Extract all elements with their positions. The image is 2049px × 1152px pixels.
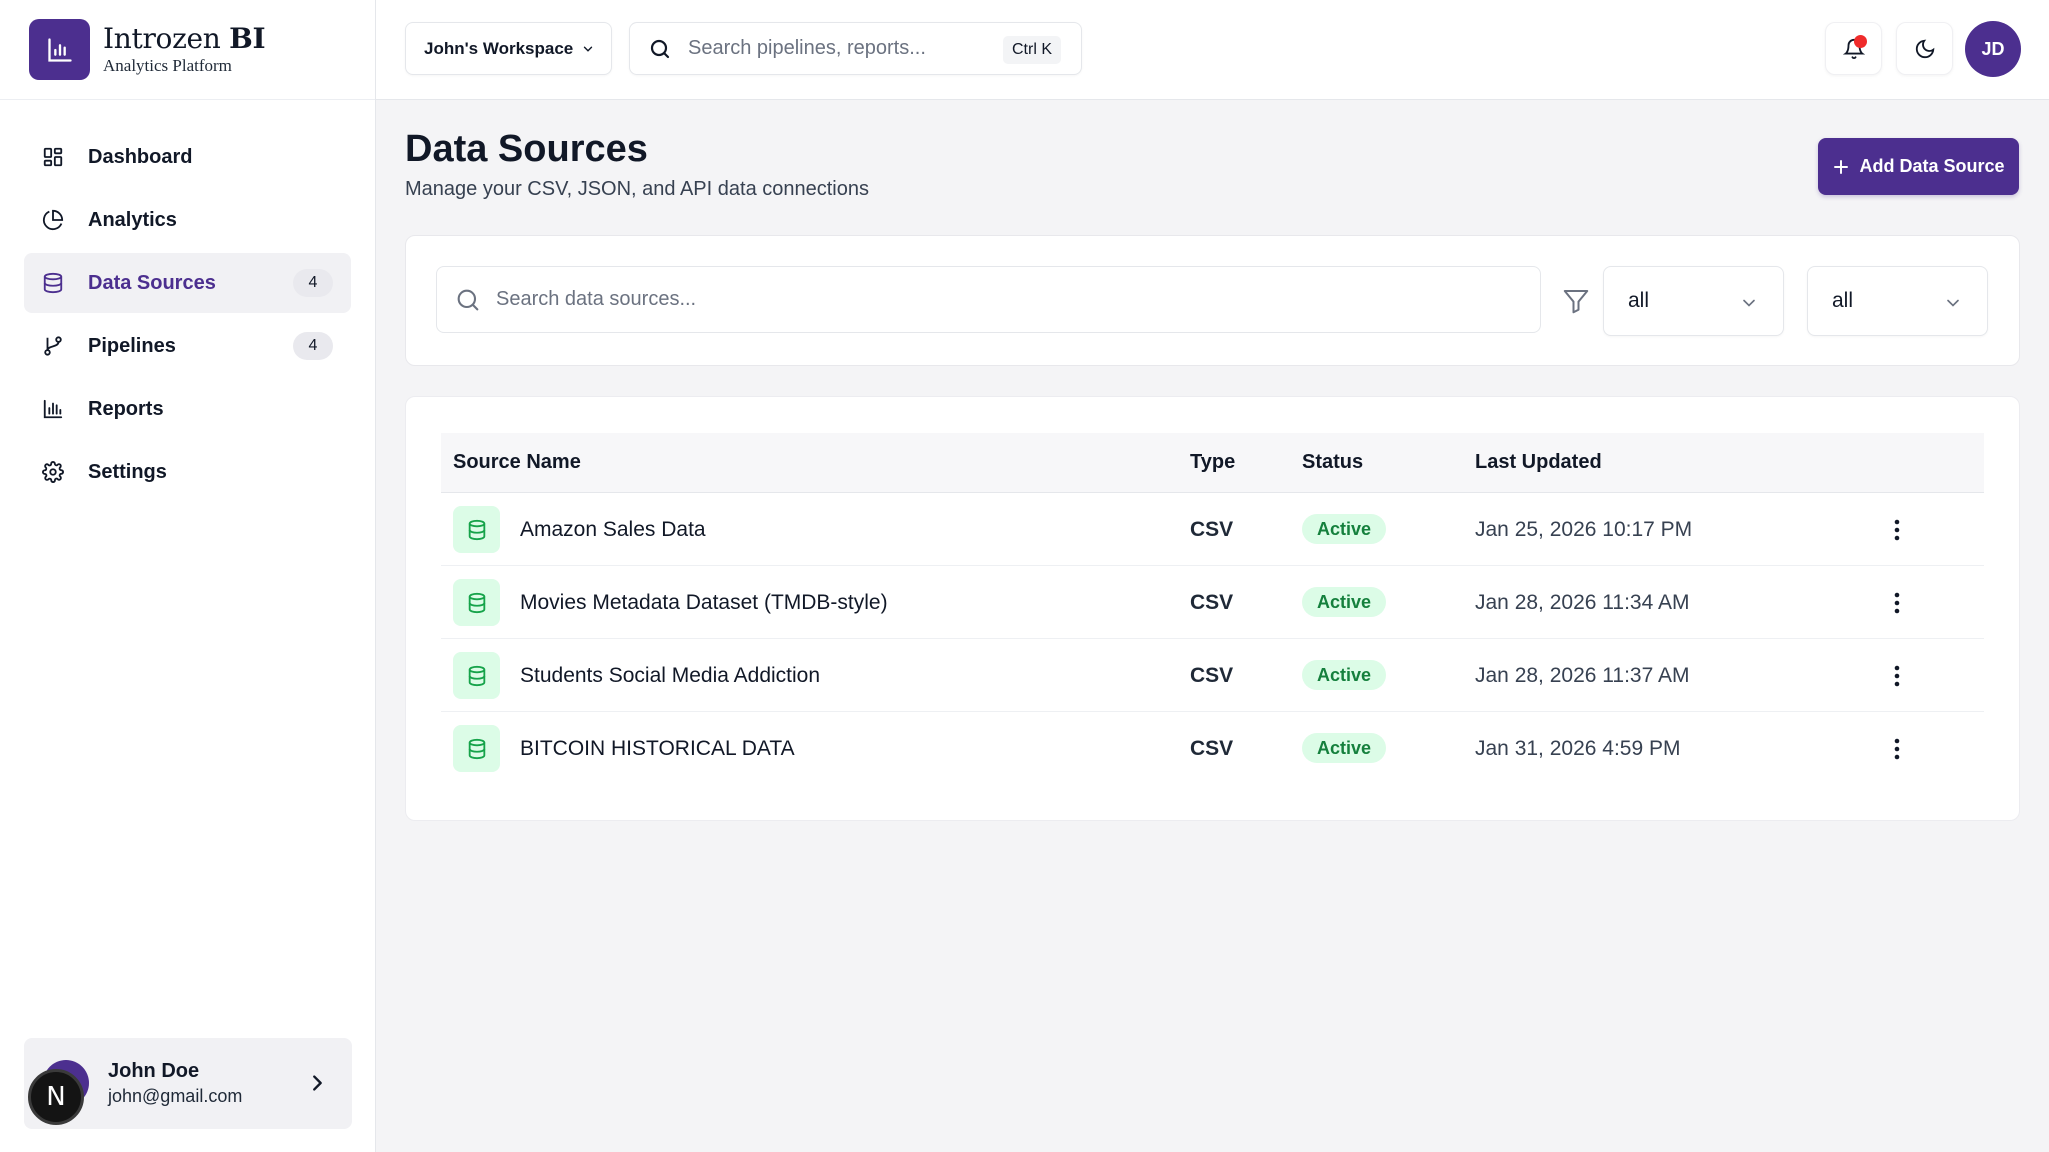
source-type: CSV xyxy=(1190,518,1234,541)
sidebar-item-analytics[interactable]: Analytics xyxy=(24,190,351,250)
status-badge: Active xyxy=(1302,587,1387,617)
page-title: Data Sources xyxy=(405,128,648,170)
filter-icon xyxy=(1561,286,1591,321)
dashboard-grid-icon xyxy=(41,145,65,169)
brand-subtitle: Analytics Platform xyxy=(103,56,232,75)
sidebar-item-reports[interactable]: Reports xyxy=(24,379,351,439)
user-name: John Doe xyxy=(108,1060,200,1082)
more-vertical-icon[interactable] xyxy=(1885,518,1909,542)
sidebar-nav: Dashboard Analytics Data Sources 4 Pipel… xyxy=(0,127,375,502)
last-updated: Jan 31, 2026 4:59 PM xyxy=(1475,737,1681,760)
count-badge: 4 xyxy=(293,332,333,360)
workspace-selector[interactable]: John's Workspace xyxy=(405,22,612,75)
sidebar-item-settings[interactable]: Settings xyxy=(24,442,351,502)
user-avatar-button[interactable]: JD xyxy=(1965,21,2021,77)
chevron-down-icon xyxy=(1743,299,1755,307)
user-email: john@gmail.com xyxy=(108,1086,243,1106)
sidebar: Introzen BI Analytics Platform Dashboard… xyxy=(0,0,376,1152)
more-vertical-icon[interactable] xyxy=(1885,591,1909,615)
global-search[interactable]: Ctrl K xyxy=(629,22,1082,75)
data-sources-table: Source Name Type Status Last Updated Ama… xyxy=(405,396,2020,821)
source-name[interactable]: Students Social Media Addiction xyxy=(520,664,820,688)
column-header-status[interactable]: Status xyxy=(1302,451,1363,474)
status-badge: Active xyxy=(1302,514,1387,544)
workspace-name: John's Workspace xyxy=(424,38,574,58)
sidebar-item-pipelines[interactable]: Pipelines 4 xyxy=(24,316,351,376)
chevron-down-icon xyxy=(1947,299,1959,307)
chevron-down-icon xyxy=(584,46,593,52)
last-updated: Jan 28, 2026 11:34 AM xyxy=(1475,591,1690,614)
data-source-search[interactable] xyxy=(436,266,1541,333)
table-row[interactable]: Movies Metadata Dataset (TMDB-style) CSV… xyxy=(441,566,1984,639)
source-name[interactable]: Movies Metadata Dataset (TMDB-style) xyxy=(520,591,888,615)
type-filter-value: all xyxy=(1628,289,1650,312)
source-type: CSV xyxy=(1190,737,1234,760)
database-icon xyxy=(453,506,500,553)
column-header-name[interactable]: Source Name xyxy=(453,451,581,474)
table-row[interactable]: Amazon Sales Data CSV Active Jan 25, 202… xyxy=(441,493,1984,566)
table-row[interactable]: BITCOIN HISTORICAL DATA CSV Active Jan 3… xyxy=(441,712,1984,785)
column-header-updated[interactable]: Last Updated xyxy=(1475,451,1602,474)
last-updated: Jan 28, 2026 11:37 AM xyxy=(1475,664,1690,687)
column-header-type[interactable]: Type xyxy=(1190,451,1235,474)
git-branch-icon xyxy=(41,334,65,358)
table-header: Source Name Type Status Last Updated xyxy=(441,433,1984,493)
bar-chart-icon xyxy=(41,397,65,421)
global-search-input[interactable] xyxy=(688,37,988,60)
status-badge: Active xyxy=(1302,660,1387,690)
source-type: CSV xyxy=(1190,664,1234,687)
last-updated: Jan 25, 2026 10:17 PM xyxy=(1475,518,1693,541)
sidebar-item-label: Dashboard xyxy=(88,145,193,168)
database-icon xyxy=(453,579,500,626)
add-data-source-button[interactable]: Add Data Source xyxy=(1818,138,2019,195)
status-badge: Active xyxy=(1302,733,1387,763)
brand-logo-icon xyxy=(29,19,90,80)
top-bar: John's Workspace Ctrl K JD xyxy=(376,0,2049,100)
sidebar-item-dashboard[interactable]: Dashboard xyxy=(24,127,351,187)
user-profile-card[interactable]: N John Doe john@gmail.com xyxy=(24,1038,352,1129)
count-badge: 4 xyxy=(293,269,333,297)
notifications-button[interactable] xyxy=(1825,22,1882,75)
source-name[interactable]: BITCOIN HISTORICAL DATA xyxy=(520,737,795,761)
data-source-search-input[interactable] xyxy=(496,288,1496,311)
plus-icon xyxy=(1834,159,1849,174)
search-icon xyxy=(650,39,670,58)
keyboard-shortcut: Ctrl K xyxy=(1003,36,1061,64)
database-icon xyxy=(41,271,65,295)
sidebar-item-label: Reports xyxy=(88,397,164,420)
status-filter-select[interactable]: all xyxy=(1807,266,1988,336)
dev-indicator-icon[interactable]: N xyxy=(28,1069,84,1125)
database-icon xyxy=(453,652,500,699)
add-data-source-label: Add Data Source xyxy=(1859,156,2005,176)
filter-bar: all all xyxy=(405,235,2020,366)
page-subtitle: Manage your CSV, JSON, and API data conn… xyxy=(405,178,869,200)
sidebar-item-label: Settings xyxy=(88,460,167,483)
chevron-right-icon[interactable] xyxy=(306,1071,328,1100)
theme-toggle-button[interactable] xyxy=(1896,22,1953,75)
brand-name: Introzen BI xyxy=(103,22,266,55)
table-row[interactable]: Students Social Media Addiction CSV Acti… xyxy=(441,639,1984,712)
type-filter-select[interactable]: all xyxy=(1603,266,1784,336)
sidebar-item-data-sources[interactable]: Data Sources 4 xyxy=(24,253,351,313)
sidebar-item-label: Analytics xyxy=(88,208,177,231)
more-vertical-icon[interactable] xyxy=(1885,664,1909,688)
gear-icon xyxy=(41,460,65,484)
brand[interactable]: Introzen BI Analytics Platform xyxy=(0,0,375,100)
more-vertical-icon[interactable] xyxy=(1885,737,1909,761)
search-icon xyxy=(457,289,479,310)
database-icon xyxy=(453,725,500,772)
source-name[interactable]: Amazon Sales Data xyxy=(520,518,706,542)
sidebar-item-label: Pipelines xyxy=(88,334,176,357)
sidebar-item-label: Data Sources xyxy=(88,271,216,294)
source-type: CSV xyxy=(1190,591,1234,614)
notification-dot xyxy=(1854,35,1867,48)
moon-icon xyxy=(1915,39,1934,58)
status-filter-value: all xyxy=(1832,289,1854,312)
pie-chart-icon xyxy=(41,208,65,232)
